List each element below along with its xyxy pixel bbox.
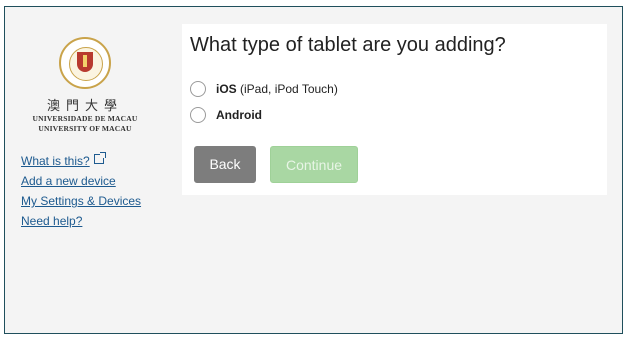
back-button[interactable]: Back [194, 146, 256, 183]
logo-portuguese-name: UNIVERSIDADE DE MACAU [32, 114, 138, 123]
option-ios[interactable]: iOS (iPad, iPod Touch) [190, 81, 338, 97]
continue-button[interactable]: Continue [270, 146, 358, 183]
option-ios-label: iOS (iPad, iPod Touch) [216, 82, 338, 96]
sidebar-links: What is this? Add a new device My Settin… [21, 151, 141, 231]
radio-ios[interactable] [190, 81, 206, 97]
option-android[interactable]: Android [190, 107, 262, 123]
need-help-link[interactable]: Need help? [21, 211, 141, 231]
page-title: What type of tablet are you adding? [190, 34, 506, 56]
external-link-icon [93, 152, 106, 164]
option-android-label: Android [216, 108, 262, 122]
what-is-this-link[interactable]: What is this? [21, 151, 141, 171]
tablet-type-card: What type of tablet are you adding? iOS … [182, 24, 607, 195]
logo-chinese-name: 澳門大學 [46, 99, 123, 114]
my-settings-devices-link[interactable]: My Settings & Devices [21, 191, 141, 211]
university-seal-icon [59, 37, 111, 89]
duo-frame: 澳門大學 UNIVERSIDADE DE MACAU UNIVERSITY OF… [4, 6, 623, 334]
add-new-device-link[interactable]: Add a new device [21, 171, 141, 191]
university-logo: 澳門大學 UNIVERSIDADE DE MACAU UNIVERSITY OF… [20, 37, 150, 134]
radio-android[interactable] [190, 107, 206, 123]
logo-english-name: UNIVERSITY OF MACAU [38, 124, 132, 133]
sidebar: 澳門大學 UNIVERSIDADE DE MACAU UNIVERSITY OF… [5, 7, 180, 333]
